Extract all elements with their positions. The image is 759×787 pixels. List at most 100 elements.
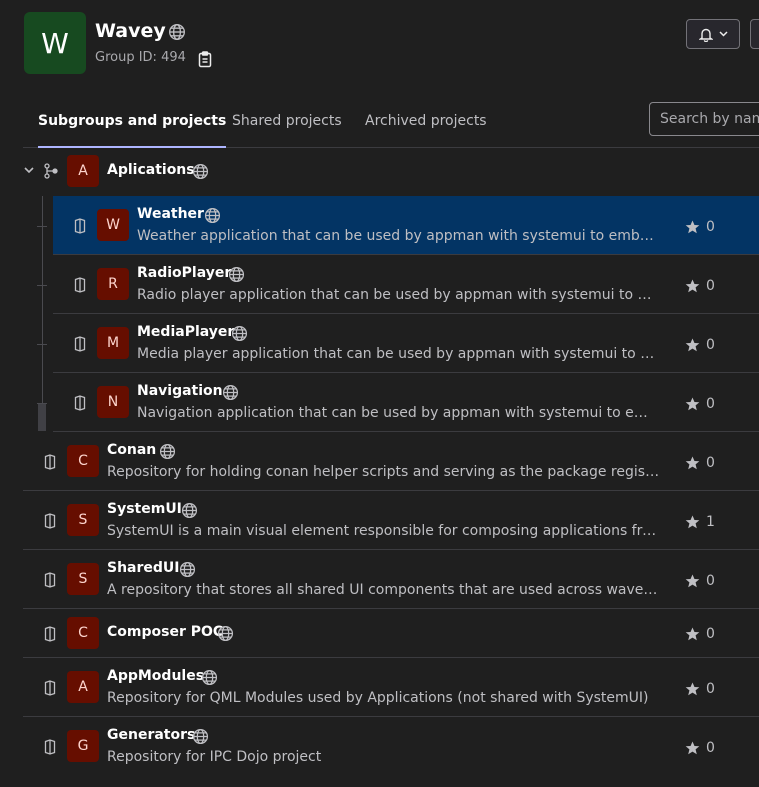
globe-icon — [204, 207, 221, 224]
clipboard-icon — [198, 51, 212, 68]
star-icon — [685, 515, 700, 529]
star-count-value: 0 — [706, 681, 715, 697]
tree-connector — [37, 226, 47, 227]
project-name[interactable]: SharedUI — [107, 560, 180, 576]
avatar: R — [97, 268, 129, 300]
notification-dropdown-button[interactable] — [686, 19, 740, 49]
star-count: 0 — [685, 455, 715, 471]
project-description: Radio player application that can be use… — [137, 287, 660, 303]
star-count-value: 0 — [706, 219, 715, 235]
star-count: 0 — [685, 396, 715, 412]
project-name[interactable]: Weather — [137, 206, 204, 222]
project-description: Media player application that can be use… — [137, 346, 660, 362]
globe-icon — [201, 669, 218, 686]
project-icon — [74, 336, 86, 352]
project-icon — [44, 739, 56, 755]
subgroup-name[interactable]: Aplications — [107, 162, 195, 178]
copy-id-button[interactable] — [198, 51, 212, 68]
project-name[interactable]: Generators — [107, 727, 195, 743]
project-description: Repository for holding conan helper scri… — [107, 464, 660, 480]
globe-icon — [168, 23, 186, 41]
project-icon — [44, 626, 56, 642]
star-count: 1 — [685, 514, 715, 530]
group-avatar: W — [24, 12, 86, 74]
chevron-down-icon — [718, 31, 728, 37]
project-row-composer-poc[interactable]: C Composer POC 0 — [23, 609, 759, 658]
project-row-navigation[interactable]: N Navigation Navigation application that… — [53, 373, 759, 432]
project-name[interactable]: Navigation — [137, 383, 223, 399]
star-icon — [685, 338, 700, 352]
bell-icon — [698, 28, 713, 42]
star-count-value: 0 — [706, 626, 715, 642]
globe-icon — [159, 443, 176, 460]
group-name: Wavey — [95, 20, 166, 42]
project-icon — [44, 513, 56, 529]
avatar: S — [67, 563, 99, 595]
star-count: 0 — [685, 573, 715, 589]
star-count: 0 — [685, 337, 715, 353]
star-icon — [685, 397, 700, 411]
project-description: Repository for IPC Dojo project — [107, 749, 322, 765]
tree-end-marker — [38, 404, 46, 431]
star-icon — [685, 682, 700, 696]
search-input[interactable] — [649, 102, 759, 136]
project-row-radioplayer[interactable]: R RadioPlayer Radio player application t… — [53, 255, 759, 314]
project-name[interactable]: RadioPlayer — [137, 265, 231, 281]
star-count-value: 0 — [706, 740, 715, 756]
star-count: 0 — [685, 681, 715, 697]
group-id: Group ID: 494 — [95, 50, 186, 65]
subgroup-icon — [44, 163, 58, 179]
star-icon — [685, 627, 700, 641]
avatar: W — [97, 209, 129, 241]
avatar: S — [67, 504, 99, 536]
project-icon — [74, 218, 86, 234]
star-icon — [685, 279, 700, 293]
project-name[interactable]: MediaPlayer — [137, 324, 234, 340]
globe-icon — [231, 325, 248, 342]
globe-icon — [222, 384, 239, 401]
tree-connector — [37, 285, 47, 286]
project-description: Navigation application that can be used … — [137, 405, 660, 421]
tab-shared-projects[interactable]: Shared projects — [232, 100, 342, 146]
avatar: A — [67, 671, 99, 703]
tree-connector — [37, 344, 47, 345]
project-description: Repository for QML Modules used by Appli… — [107, 690, 649, 706]
globe-icon — [228, 266, 245, 283]
tab-subgroups-and-projects[interactable]: Subgroups and projects — [38, 100, 227, 148]
project-name[interactable]: SystemUI — [107, 501, 182, 517]
star-count: 0 — [685, 626, 715, 642]
more-actions-button[interactable] — [750, 19, 759, 49]
tab-archived-projects[interactable]: Archived projects — [365, 100, 487, 146]
star-icon — [685, 741, 700, 755]
project-icon — [74, 277, 86, 293]
tree-line — [42, 196, 43, 431]
avatar: G — [67, 730, 99, 762]
project-description: SystemUI is a main visual element respon… — [107, 523, 660, 539]
project-name[interactable]: Composer POC — [107, 624, 223, 640]
project-row-conan[interactable]: C Conan Repository for holding conan hel… — [23, 432, 759, 491]
project-icon — [44, 572, 56, 588]
project-icon — [44, 680, 56, 696]
star-icon — [685, 220, 700, 234]
avatar: C — [67, 617, 99, 649]
project-row-appmodules[interactable]: A AppModules Repository for QML Modules … — [23, 658, 759, 717]
star-count-value: 0 — [706, 455, 715, 471]
project-row-systemui[interactable]: S SystemUI SystemUI is a main visual ele… — [23, 491, 759, 550]
project-row-sharedui[interactable]: S SharedUI A repository that stores all … — [23, 550, 759, 609]
subgroup-row[interactable]: A Aplications — [23, 147, 759, 196]
star-count-value: 0 — [706, 278, 715, 294]
project-row-generators[interactable]: G Generators Repository for IPC Dojo pro… — [23, 717, 759, 776]
globe-icon — [217, 625, 234, 642]
avatar: N — [97, 386, 129, 418]
project-name[interactable]: AppModules — [107, 668, 204, 684]
chevron-down-icon[interactable] — [23, 164, 35, 176]
star-icon — [685, 456, 700, 470]
globe-icon — [192, 728, 209, 745]
avatar: M — [97, 327, 129, 359]
project-row-mediaplayer[interactable]: M MediaPlayer Media player application t… — [53, 314, 759, 373]
globe-icon — [192, 163, 209, 180]
project-name[interactable]: Conan — [107, 442, 156, 458]
project-row-weather[interactable]: W Weather Weather application that can b… — [53, 196, 759, 255]
star-count-value: 0 — [706, 337, 715, 353]
star-count: 0 — [685, 278, 715, 294]
